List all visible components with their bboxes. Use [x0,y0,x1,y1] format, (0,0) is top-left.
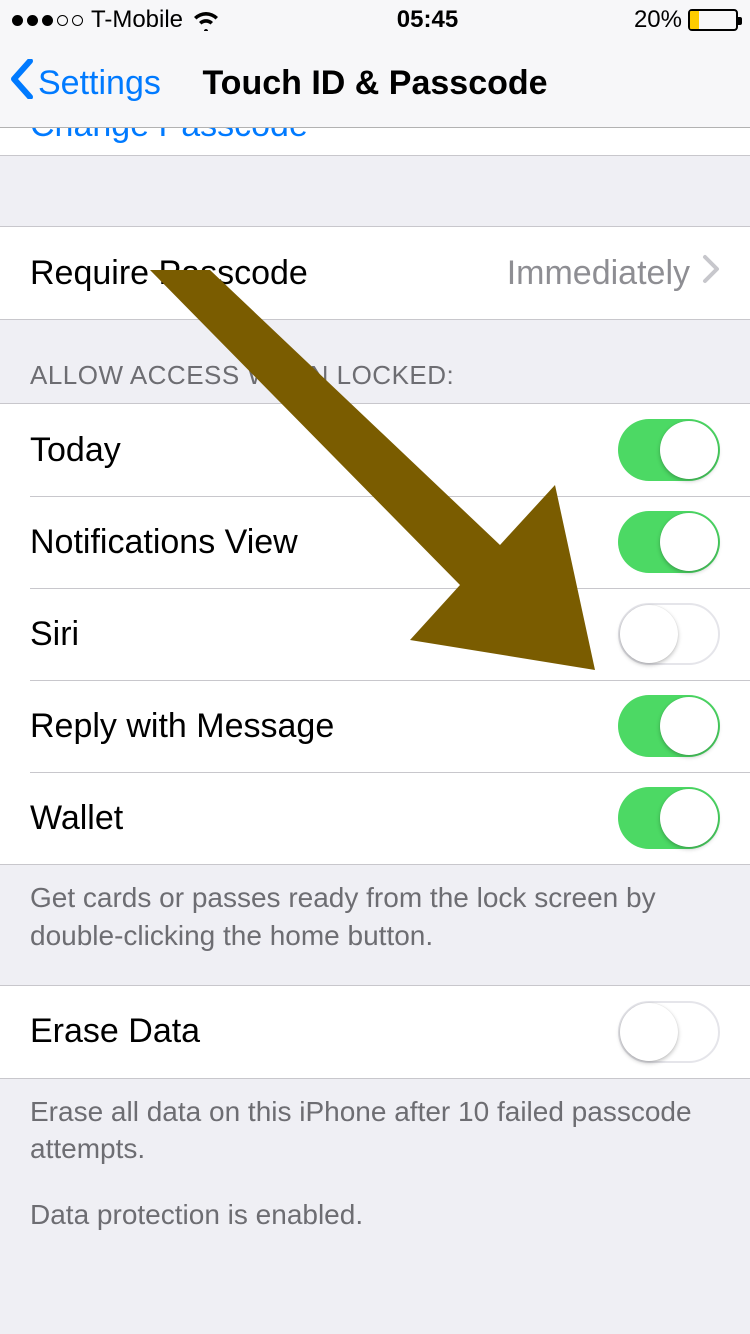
change-passcode-label: Change Passcode [30,128,308,145]
wallet-row: Wallet [0,772,750,864]
require-passcode-group: Require Passcode Immediately [0,226,750,320]
battery-pct-label: 20% [634,6,682,34]
chevron-right-icon [702,254,720,293]
erase-data-toggle[interactable] [618,1001,720,1063]
clock-label: 05:45 [397,6,458,34]
allow-access-group: Today Notifications View Siri Reply with… [0,403,750,865]
content: Change Passcode Require Passcode Immedia… [0,128,750,1264]
notifications-view-row: Notifications View [0,496,750,588]
signal-strength-icon [12,15,83,26]
notifications-view-toggle[interactable] [618,511,720,573]
back-button[interactable]: Settings [10,59,161,108]
erase-data-row: Erase Data [0,986,750,1078]
page-title: Touch ID & Passcode [202,64,547,103]
status-bar: T-Mobile 05:45 20% [0,0,750,40]
siri-label: Siri [30,615,79,654]
status-left: T-Mobile [12,6,221,34]
wifi-icon [191,9,221,31]
reply-with-message-row: Reply with Message [0,680,750,772]
carrier-label: T-Mobile [91,6,183,34]
siri-row: Siri [0,588,750,680]
status-right: 20% [634,6,738,34]
wallet-toggle[interactable] [618,787,720,849]
wallet-footer: Get cards or passes ready from the lock … [0,865,750,985]
today-row: Today [0,404,750,496]
battery-fill [690,11,699,29]
back-label: Settings [38,64,161,103]
erase-footer-line2: Data protection is enabled. [30,1196,720,1234]
change-passcode-row-partial[interactable]: Change Passcode [0,128,750,156]
reply-with-message-toggle[interactable] [618,695,720,757]
wallet-label: Wallet [30,799,123,838]
today-label: Today [30,431,121,470]
erase-footer-line1: Erase all data on this iPhone after 10 f… [30,1093,720,1169]
erase-data-group: Erase Data [0,985,750,1079]
allow-access-header: ALLOW ACCESS WHEN LOCKED: [0,320,750,403]
chevron-left-icon [10,59,34,108]
erase-data-label: Erase Data [30,1012,200,1051]
reply-with-message-label: Reply with Message [30,707,334,746]
battery-icon [688,9,738,31]
nav-bar: Settings Touch ID & Passcode [0,40,750,128]
require-passcode-value: Immediately [507,254,690,293]
erase-data-footer: Erase all data on this iPhone after 10 f… [0,1079,750,1264]
siri-toggle[interactable] [618,603,720,665]
spacer [0,156,750,226]
today-toggle[interactable] [618,419,720,481]
notifications-view-label: Notifications View [30,523,298,562]
require-passcode-label: Require Passcode [30,254,308,293]
require-passcode-row[interactable]: Require Passcode Immediately [0,227,750,319]
